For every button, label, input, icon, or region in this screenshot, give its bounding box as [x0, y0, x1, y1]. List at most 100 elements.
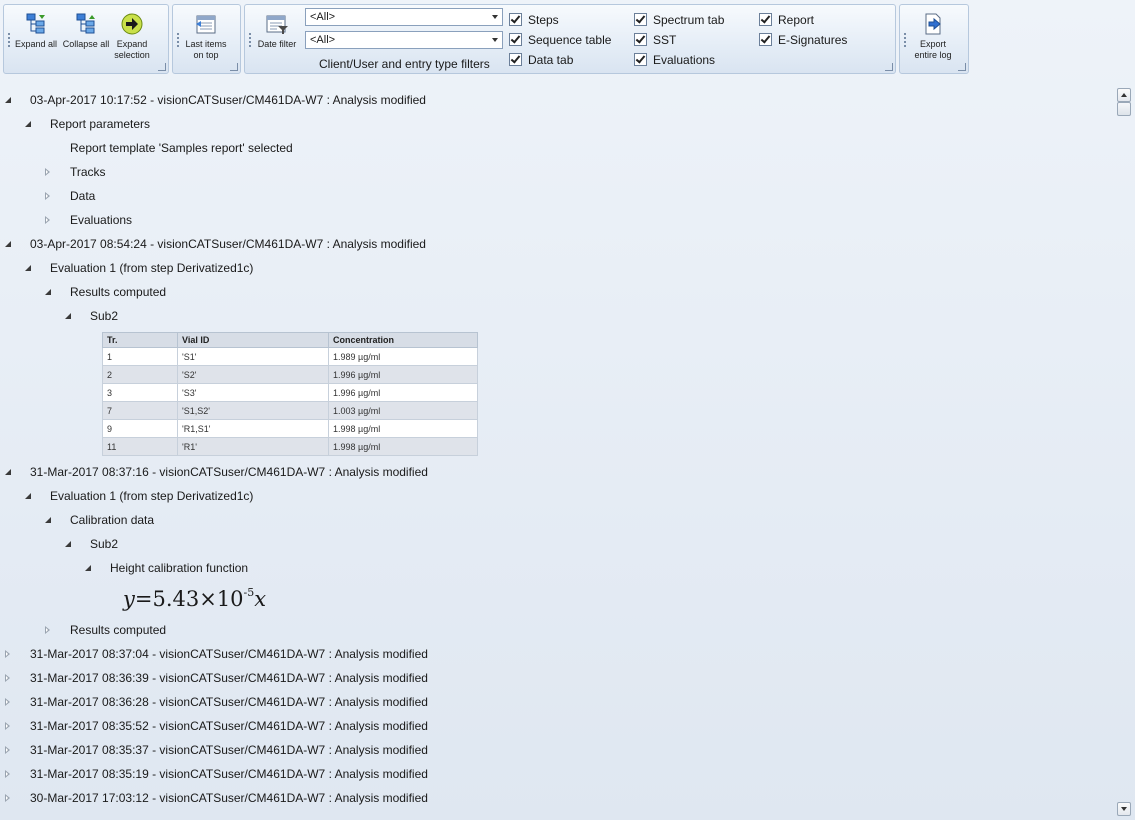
tree-node-evaluation[interactable]: Evaluation 1 (from step Derivatized1c) — [50, 256, 253, 280]
expanded-triangle-icon[interactable] — [85, 565, 91, 571]
expand-selection-button[interactable]: Expand selection — [110, 9, 154, 61]
log-entry-header[interactable]: 31-Mar-2017 08:37:16 - visionCATSuser/CM… — [30, 460, 428, 484]
table-cell: 1.996 µg/ml — [328, 383, 478, 402]
checkbox-e-signatures[interactable]: E-Signatures — [759, 33, 847, 47]
collapse-all-button[interactable]: Collapse all — [61, 9, 111, 50]
log-entry-header[interactable]: 31-Mar-2017 08:37:04 - visionCATSuser/CM… — [30, 642, 428, 666]
collapsed-triangle-icon[interactable] — [5, 698, 10, 706]
collapsed-triangle-icon[interactable] — [5, 794, 10, 802]
tree-node-results-computed[interactable]: Results computed — [70, 618, 166, 642]
client-user-filter-combo[interactable]: <All> — [305, 8, 503, 26]
filters-caption: Client/User and entry type filters — [319, 57, 490, 71]
tree-node-report-parameters[interactable]: Report parameters — [50, 112, 150, 136]
expanded-triangle-icon[interactable] — [5, 97, 11, 103]
table-cell: 1.003 µg/ml — [328, 401, 478, 420]
collapse-all-label: Collapse all — [62, 39, 110, 49]
collapsed-triangle-icon[interactable] — [45, 626, 50, 634]
group-launcher-icon[interactable] — [885, 63, 893, 71]
table-header-row: Tr. Vial ID Concentration — [102, 332, 478, 348]
expanded-triangle-icon[interactable] — [45, 289, 51, 295]
ribbon-group-filters: Date filter <All> <All> Client/User and … — [244, 4, 896, 74]
scroll-up-button[interactable] — [1117, 88, 1131, 102]
expanded-triangle-icon[interactable] — [25, 265, 31, 271]
table-cell: 'S2' — [177, 365, 329, 384]
checkbox-checked-icon[interactable] — [634, 53, 647, 66]
checkbox-sst[interactable]: SST — [634, 33, 676, 47]
log-entry-header[interactable]: 31-Mar-2017 08:36:39 - visionCATSuser/CM… — [30, 666, 428, 690]
checkbox-checked-icon[interactable] — [509, 53, 522, 66]
group-grip[interactable] — [904, 33, 906, 47]
checkbox-checked-icon[interactable] — [509, 33, 522, 46]
tree-node-tracks[interactable]: Tracks — [70, 160, 106, 184]
table-row: 11 'R1' 1.998 µg/ml — [102, 437, 478, 456]
table-row: 3 'S3' 1.996 µg/ml — [102, 383, 478, 402]
log-entry-header[interactable]: 03-Apr-2017 08:54:24 - visionCATSuser/CM… — [30, 232, 426, 256]
tree-node-evaluation[interactable]: Evaluation 1 (from step Derivatized1c) — [50, 484, 253, 508]
group-launcher-icon[interactable] — [230, 63, 238, 71]
log-entry-header[interactable]: 31-Mar-2017 08:36:28 - visionCATSuser/CM… — [30, 690, 428, 714]
tree-node-sub[interactable]: Sub2 — [90, 532, 118, 556]
expanded-triangle-icon[interactable] — [45, 517, 51, 523]
chevron-down-icon[interactable] — [492, 15, 498, 19]
checkbox-checked-icon[interactable] — [509, 13, 522, 26]
table-cell: 'S1' — [177, 347, 329, 366]
scroll-down-button[interactable] — [1117, 802, 1131, 816]
expanded-triangle-icon[interactable] — [5, 241, 11, 247]
date-filter-button[interactable]: Date filter — [255, 9, 299, 50]
checkbox-report[interactable]: Report — [759, 13, 814, 27]
table-row: 7 'S1,S2' 1.003 µg/ml — [102, 401, 478, 420]
group-grip[interactable] — [177, 33, 179, 47]
log-entry-header[interactable]: 31-Mar-2017 08:35:19 - visionCATSuser/CM… — [30, 762, 428, 786]
ribbon-toolbar: Expand all Collapse all Expand selection… — [0, 0, 1135, 78]
group-grip[interactable] — [249, 33, 251, 47]
collapsed-triangle-icon[interactable] — [5, 650, 10, 658]
checkbox-sequence-table[interactable]: Sequence table — [509, 33, 611, 47]
collapsed-triangle-icon[interactable] — [5, 770, 10, 778]
last-items-on-top-button[interactable]: Last items on top — [183, 9, 229, 61]
expanded-triangle-icon[interactable] — [5, 469, 11, 475]
export-entire-log-button[interactable]: Export entire log — [910, 9, 956, 61]
collapsed-triangle-icon[interactable] — [5, 722, 10, 730]
vertical-scrollbar[interactable] — [1113, 86, 1135, 820]
expanded-triangle-icon[interactable] — [25, 493, 31, 499]
expanded-triangle-icon[interactable] — [65, 541, 71, 547]
client-user-combo-value: <All> — [310, 11, 336, 23]
expand-all-button[interactable]: Expand all — [14, 9, 58, 50]
collapsed-triangle-icon[interactable] — [45, 168, 50, 176]
scrollbar-thumb[interactable] — [1117, 102, 1131, 116]
checkbox-checked-icon[interactable] — [759, 33, 772, 46]
checkbox-steps[interactable]: Steps — [509, 13, 559, 27]
checkbox-checked-icon[interactable] — [634, 13, 647, 26]
tree-node-calibration-data[interactable]: Calibration data — [70, 508, 154, 532]
tree-node-report-template[interactable]: Report template 'Samples report' selecte… — [70, 136, 293, 160]
audit-log-tree[interactable]: 03-Apr-2017 10:17:52 - visionCATSuser/CM… — [0, 88, 1113, 820]
log-entry-header[interactable]: 30-Mar-2017 17:03:12 - visionCATSuser/CM… — [30, 786, 428, 810]
group-grip[interactable] — [8, 33, 10, 47]
tree-node-sub[interactable]: Sub2 — [90, 304, 118, 328]
table-cell: 11 — [102, 437, 178, 456]
tree-node-results-computed[interactable]: Results computed — [70, 280, 166, 304]
collapsed-triangle-icon[interactable] — [5, 746, 10, 754]
tree-node-height-calibration[interactable]: Height calibration function — [110, 556, 248, 580]
group-launcher-icon[interactable] — [158, 63, 166, 71]
collapsed-triangle-icon[interactable] — [45, 192, 50, 200]
group-launcher-icon[interactable] — [958, 63, 966, 71]
checkbox-evaluations[interactable]: Evaluations — [634, 53, 715, 67]
collapsed-triangle-icon[interactable] — [5, 674, 10, 682]
checkbox-checked-icon[interactable] — [759, 13, 772, 26]
chevron-down-icon[interactable] — [492, 38, 498, 42]
tree-node-data[interactable]: Data — [70, 184, 95, 208]
entry-type-filter-combo[interactable]: <All> — [305, 31, 503, 49]
column-header-concentration: Concentration — [328, 332, 478, 348]
checkbox-checked-icon[interactable] — [634, 33, 647, 46]
checkbox-spectrum-tab[interactable]: Spectrum tab — [634, 13, 724, 27]
collapsed-triangle-icon[interactable] — [45, 216, 50, 224]
expanded-triangle-icon[interactable] — [65, 313, 71, 319]
checkbox-data-tab[interactable]: Data tab — [509, 53, 573, 67]
tree-node-evaluations[interactable]: Evaluations — [70, 208, 132, 232]
formula-lhs: y — [123, 587, 135, 611]
log-entry-header[interactable]: 31-Mar-2017 08:35:52 - visionCATSuser/CM… — [30, 714, 428, 738]
expanded-triangle-icon[interactable] — [25, 121, 31, 127]
log-entry-header[interactable]: 31-Mar-2017 08:35:37 - visionCATSuser/CM… — [30, 738, 428, 762]
log-entry-header[interactable]: 03-Apr-2017 10:17:52 - visionCATSuser/CM… — [30, 88, 426, 112]
